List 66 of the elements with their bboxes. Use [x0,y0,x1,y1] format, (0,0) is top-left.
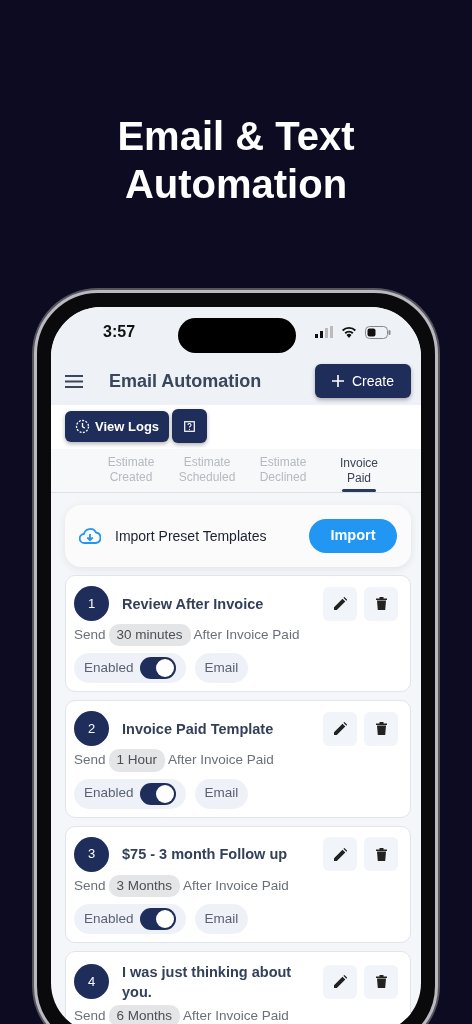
edit-button[interactable] [323,837,357,871]
trash-icon [375,975,387,989]
step-number: 3 [74,836,109,872]
status-label: Enabled [84,909,134,928]
help-button[interactable] [172,409,208,443]
tab[interactable]: Invoice Paid [321,449,397,492]
delete-button[interactable] [364,711,398,746]
delay-tag: 1 Hour [108,749,166,772]
delay-tag: 30 minutes [108,624,191,647]
battery-icon [365,325,391,339]
edit-icon [333,722,347,736]
headline: Automation [123,161,349,208]
step-number: 4 [74,964,109,1000]
toggle-switch[interactable] [139,657,176,680]
channel-tag: Email [194,653,249,684]
delay-tag: 6 Months [108,1004,181,1024]
toggle-switch[interactable] [139,907,176,930]
trigger-label: After Invoice Paid [168,751,274,770]
delete-button[interactable] [364,837,398,871]
send-label: Send [74,751,106,770]
edit-button[interactable] [323,586,357,621]
trash-icon [375,722,387,736]
menu-icon[interactable] [65,374,83,388]
channel-tag: Email [194,778,249,809]
clock-icon [75,419,90,434]
status-time: 3:57 [103,322,136,342]
send-label: Send [74,626,106,644]
edit-button[interactable] [323,711,357,746]
import-button[interactable]: Import [309,519,397,553]
trigger-label: After Invoice Paid [183,876,289,895]
edit-icon [333,597,347,610]
edit-icon [333,975,347,989]
template-title: Review After Invoice [122,594,265,614]
send-label: Send [74,876,106,895]
cloud-download-icon [79,528,101,544]
edit-icon [333,847,347,861]
delete-button[interactable] [364,964,398,999]
plus-icon [332,375,344,387]
tab[interactable]: Estimate Declined [245,449,321,492]
page-title: Email Automation [109,369,263,393]
view-logs-button[interactable]: View Logs [65,411,170,442]
trigger-label: After Invoice Paid [193,626,300,644]
tab[interactable]: Estimate Scheduled [169,449,245,492]
template-title: Invoice Paid Template [122,719,275,739]
step-number: 1 [74,586,109,621]
template-title: I was just thinking about you. [122,962,293,1002]
send-label: Send [74,1006,106,1024]
wifi-icon [341,326,357,338]
delete-button[interactable] [364,586,398,621]
template-title: $75 - 3 month Follow up [122,845,289,864]
status-label: Enabled [84,659,134,678]
trash-icon [375,847,387,861]
headline: Email & Text [116,113,356,160]
tab[interactable]: Estimate Created [93,449,169,492]
trigger-label: After Invoice Paid [183,1006,289,1024]
create-button[interactable]: Create [315,364,411,398]
import-label: Import Preset Templates [115,526,268,546]
status-label: Enabled [84,784,134,803]
delay-tag: 3 Months [108,874,181,897]
signal-icon [315,326,333,338]
channel-tag: Email [194,903,249,934]
step-number: 2 [74,711,109,747]
trash-icon [375,597,387,610]
toggle-switch[interactable] [139,782,176,805]
edit-button[interactable] [323,964,357,999]
help-icon [184,420,196,432]
